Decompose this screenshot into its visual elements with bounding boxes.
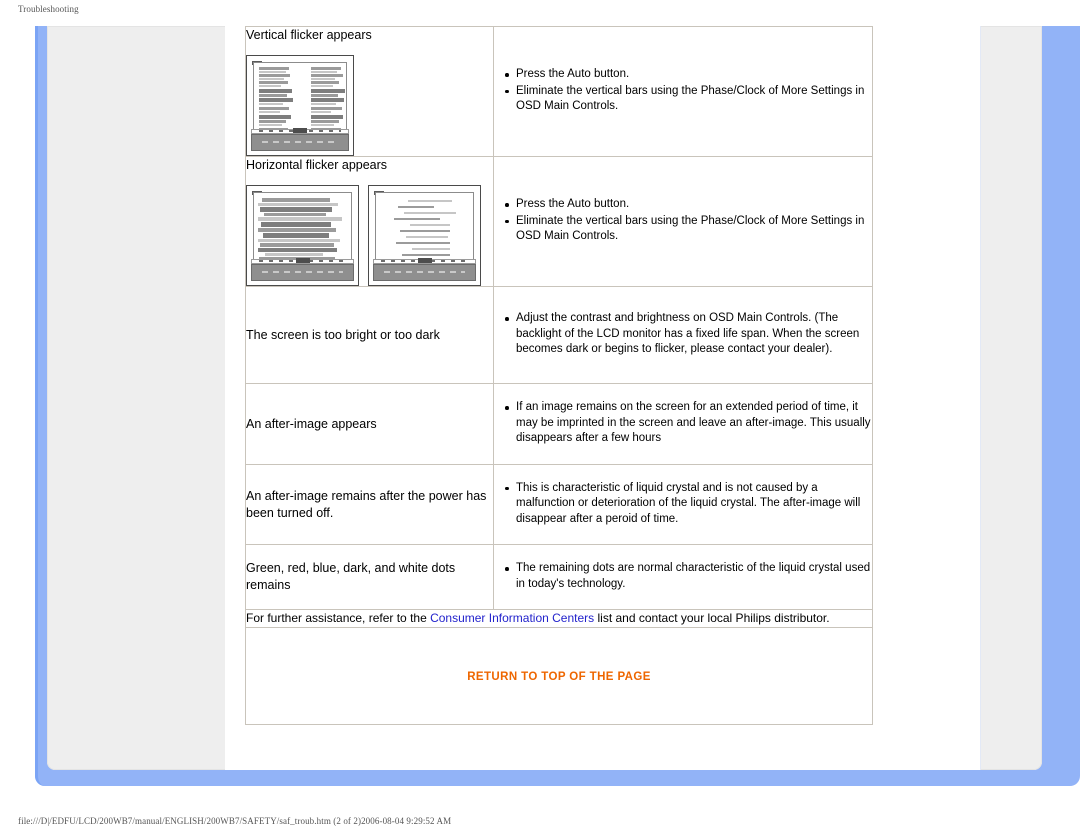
- assistance-text-after: list and contact your local Philips dist…: [594, 611, 830, 625]
- table-row-return: RETURN TO TOP OF THE PAGE: [245, 627, 873, 725]
- table-row: Green, red, blue, dark, and white dots r…: [245, 544, 873, 610]
- troubleshooting-table: Vertical flicker appears Press the Auto …: [245, 26, 873, 725]
- list-item: Eliminate the vertical bars using the Ph…: [505, 84, 872, 115]
- list-item: Press the Auto button.: [505, 67, 872, 83]
- print-footer-path: file:///D|/EDFU/LCD/200WB7/manual/ENGLIS…: [18, 816, 452, 826]
- symptom-label: Vertical flicker appears: [246, 28, 372, 42]
- list-item: This is characteristic of liquid crystal…: [505, 481, 872, 528]
- resolution-list: Press the Auto button. Eliminate the ver…: [494, 67, 872, 115]
- monitor-screen: [253, 192, 352, 266]
- horizontal-flicker-monitor-illustration: [246, 185, 493, 286]
- list-item: Press the Auto button.: [505, 197, 872, 213]
- monitor-screen: [253, 62, 347, 136]
- symptom-label: Green, red, blue, dark, and white dots r…: [246, 561, 456, 592]
- symptom-cell: Vertical flicker appears: [245, 26, 494, 157]
- resolution-list: This is characteristic of liquid crystal…: [494, 481, 872, 528]
- symptom-cell: Green, red, blue, dark, and white dots r…: [245, 544, 494, 610]
- monitor-stand: [373, 264, 476, 281]
- table-row-assistance: For further assistance, refer to the Con…: [245, 609, 873, 628]
- assistance-cell: For further assistance, refer to the Con…: [245, 609, 873, 628]
- return-to-top-cell: RETURN TO TOP OF THE PAGE: [245, 627, 873, 725]
- resolution-cell: If an image remains on the screen for an…: [493, 383, 873, 465]
- list-item: The remaining dots are normal characteri…: [505, 561, 872, 592]
- monitor-stand-label: [262, 141, 338, 143]
- vertical-flicker-monitor-illustration: [246, 55, 493, 156]
- symptom-label: Horizontal flicker appears: [246, 158, 388, 172]
- print-header-label: Troubleshooting: [18, 4, 79, 14]
- resolution-list: The remaining dots are normal characteri…: [494, 561, 872, 592]
- monitor-screen: [375, 192, 474, 266]
- symptom-label: The screen is too bright or too dark: [246, 327, 440, 342]
- symptom-label: An after-image appears: [246, 416, 377, 431]
- resolution-list: Press the Auto button. Eliminate the ver…: [494, 197, 872, 245]
- return-to-top-link[interactable]: RETURN TO TOP OF THE PAGE: [467, 671, 651, 683]
- resolution-cell: The remaining dots are normal characteri…: [493, 544, 873, 610]
- monitor-icon: [246, 185, 359, 286]
- symptom-cell: An after-image appears: [245, 383, 494, 465]
- symptom-cell: Horizontal flicker appears: [245, 156, 494, 287]
- monitor-icon: [246, 55, 354, 156]
- monitor-stand-label: [384, 271, 465, 273]
- monitor-icon: [368, 185, 481, 286]
- list-item: Adjust the contrast and brightness on OS…: [505, 311, 872, 358]
- monitor-stand: [251, 264, 354, 281]
- symptom-label: An after-image remains after the power h…: [246, 488, 487, 520]
- resolution-cell: Press the Auto button. Eliminate the ver…: [493, 156, 873, 287]
- symptom-cell: The screen is too bright or too dark: [245, 286, 494, 384]
- monitor-stand: [251, 134, 349, 151]
- table-row: The screen is too bright or too dark Adj…: [245, 286, 873, 384]
- monitor-power-button-icon: [417, 258, 432, 263]
- table-row: An after-image appears If an image remai…: [245, 383, 873, 465]
- table-row: An after-image remains after the power h…: [245, 464, 873, 545]
- consumer-information-centers-link[interactable]: Consumer Information Centers: [430, 611, 594, 625]
- symptom-cell: An after-image remains after the power h…: [245, 464, 494, 545]
- resolution-list: Adjust the contrast and brightness on OS…: [494, 311, 872, 358]
- table-row: Vertical flicker appears Press the Auto …: [245, 26, 873, 157]
- list-item: Eliminate the vertical bars using the Ph…: [505, 214, 872, 245]
- monitor-power-button-icon: [293, 128, 307, 133]
- resolution-list: If an image remains on the screen for an…: [494, 400, 872, 447]
- list-item: If an image remains on the screen for an…: [505, 400, 872, 447]
- table-row: Horizontal flicker appears Press the Aut…: [245, 156, 873, 287]
- resolution-cell: Adjust the contrast and brightness on OS…: [493, 286, 873, 384]
- monitor-stand-label: [262, 271, 343, 273]
- assistance-text-before: For further assistance, refer to the: [246, 611, 431, 625]
- resolution-cell: This is characteristic of liquid crystal…: [493, 464, 873, 545]
- monitor-power-button-icon: [295, 258, 310, 263]
- resolution-cell: Press the Auto button. Eliminate the ver…: [493, 26, 873, 157]
- document-body-panel-edge: [980, 26, 981, 770]
